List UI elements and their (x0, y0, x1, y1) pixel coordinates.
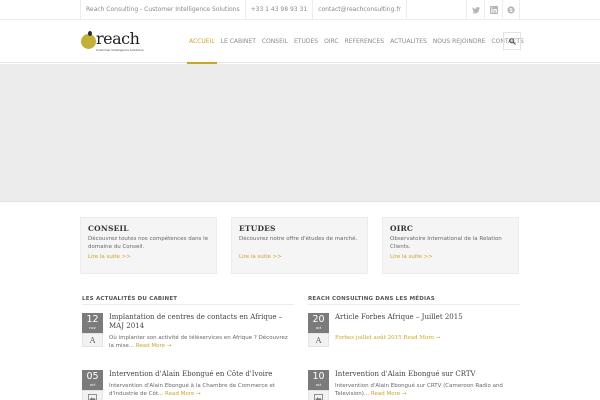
post-excerpt: Intervention d'Alain Ebongué à la Chambr… (109, 382, 294, 398)
site-logo[interactable]: reach Customer Intelligence Solutions (81, 29, 153, 54)
feature-box-oirc: OIRC Observatoire International de la Re… (382, 217, 519, 274)
feature-box-etudes: ETUDES Découvrez notre offre d'études de… (231, 217, 368, 274)
top-bar: Reach Consulting - Customer Intelligence… (0, 0, 600, 20)
site-header: reach Customer Intelligence Solutions AC… (0, 20, 600, 64)
feature-title: ETUDES (239, 224, 276, 233)
hero-slider (0, 64, 600, 202)
read-more-link[interactable]: Read More → (371, 391, 407, 397)
social-links: S (466, 0, 520, 20)
read-more-link[interactable]: Lire la suite >> (88, 254, 209, 260)
post-excerpt: Où implanter son activité de téléservice… (109, 334, 294, 350)
logo-tagline: Customer Intelligence Solutions (96, 48, 144, 52)
post-day: 10 (312, 371, 325, 382)
read-more-link[interactable]: Lire la suite >> (239, 254, 360, 260)
post-title[interactable]: Intervention d'Alain Ebongué sur CRTV (335, 370, 520, 379)
logo-mark-icon (81, 31, 96, 49)
text-post-icon: A (82, 333, 103, 347)
post-month: oct (89, 383, 96, 387)
excerpt-text: Intervention d'Alain Ebongué sur CRTV (C… (335, 383, 503, 397)
nav-item-references[interactable]: REFERENCES (342, 20, 387, 63)
read-more-link[interactable]: Read More → (165, 391, 201, 397)
excerpt-text[interactable]: Forbes juillet août 2015 (335, 335, 402, 341)
post-title[interactable]: Implantation de centres de contacts en A… (109, 313, 294, 331)
post-excerpt: Forbes juillet août 2015 Read More → (335, 334, 520, 342)
contact-info: Reach Consulting - Customer Intelligence… (80, 0, 407, 20)
feature-title: CONSEIL (88, 224, 129, 233)
search-icon (508, 37, 516, 45)
company-tagline: Reach Consulting - Customer Intelligence… (80, 0, 245, 20)
svg-text:S: S (509, 8, 513, 14)
post-excerpt: Intervention d'Alain Ebongué sur CRTV (C… (335, 382, 520, 398)
post-month: oct (315, 326, 322, 330)
post-day: 12 (86, 314, 99, 325)
feature-desc: Observatoire International de la Relatio… (390, 236, 502, 250)
twitter-icon[interactable] (466, 0, 484, 20)
divider (82, 304, 294, 305)
text-post-icon: A (308, 333, 329, 347)
read-more-link[interactable]: Lire la suite >> (390, 254, 511, 260)
post-day: 05 (86, 371, 99, 382)
read-more-link[interactable]: Read More → (403, 335, 440, 341)
list-item: 12 nov A Implantation de centres de cont… (82, 313, 294, 353)
post-day: 20 (312, 314, 325, 325)
main-nav: ACCUEIL LE CABINET CONSEIL ETUDES OIRC R… (186, 20, 527, 64)
nav-item-etudes[interactable]: ETUDES (291, 20, 321, 63)
image-icon (82, 390, 103, 400)
post-month: nov (89, 326, 96, 330)
post-title[interactable]: Intervention d'Alain Ebongué en Côte d'I… (109, 370, 294, 379)
list-item: 05 oct Intervention d'Alain Ebongué en C… (82, 370, 294, 400)
search-button[interactable] (503, 32, 521, 50)
feature-desc: Découvrez notre offre d'études de marché… (239, 236, 358, 242)
read-more-link[interactable]: Read More → (136, 343, 172, 349)
nav-item-conseil[interactable]: CONSEIL (259, 20, 291, 63)
skype-icon[interactable]: S (502, 0, 520, 20)
nav-item-accueil[interactable]: ACCUEIL (186, 20, 218, 64)
post-title[interactable]: Article Forbes Afrique – Juillet 2015 (335, 313, 520, 322)
feature-box-conseil: CONSEIL Découvrez toutes nos compétences… (80, 217, 217, 274)
nav-item-nous-rejoindre[interactable]: NOUS REJOINDRE (430, 20, 489, 63)
nav-item-oirc[interactable]: OIRC (321, 20, 342, 63)
news-heading-cabinet: LES ACTUALITÉS DU CABINET (82, 296, 178, 302)
post-date-badge: 12 nov (82, 313, 103, 333)
list-item: 20 oct A Article Forbes Afrique – Juille… (308, 313, 520, 353)
image-icon (308, 390, 329, 400)
feature-boxes: CONSEIL Découvrez toutes nos compétences… (80, 217, 520, 274)
feature-desc: Découvrez toutes nos compétences dans le… (88, 236, 209, 250)
nav-item-actualites[interactable]: ACTUALITES (387, 20, 430, 63)
logo-word: reach (96, 29, 140, 48)
feature-title: OIRC (390, 224, 414, 233)
divider (308, 304, 520, 305)
phone-number[interactable]: +33 1 43 98 93 31 (244, 0, 313, 20)
post-date-badge: 10 oct (308, 370, 329, 390)
nav-item-le-cabinet[interactable]: LE CABINET (218, 20, 259, 63)
linkedin-icon[interactable] (484, 0, 502, 20)
post-date-badge: 05 oct (82, 370, 103, 390)
post-date-badge: 20 oct (308, 313, 329, 333)
post-month: oct (315, 383, 322, 387)
email-link[interactable]: contact@reachconsulting.fr (312, 0, 407, 20)
news-heading-medias: REACH CONSULTING DANS LES MÉDIAS (308, 296, 435, 302)
list-item: 10 oct Intervention d'Alain Ebongué sur … (308, 370, 520, 400)
